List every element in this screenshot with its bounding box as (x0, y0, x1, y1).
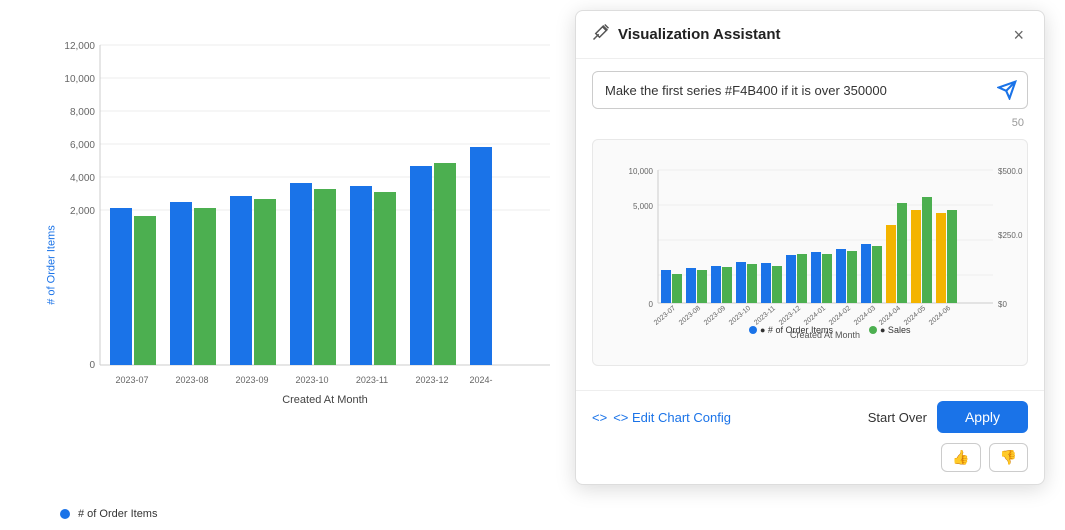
svg-text:2023-11: 2023-11 (356, 375, 388, 385)
chart-legend: # of Order Items (60, 508, 157, 520)
svg-text:0: 0 (649, 300, 654, 309)
svg-text:2023-10: 2023-10 (728, 305, 752, 327)
svg-text:● Sales: ● Sales (880, 325, 911, 335)
svg-text:2024-03: 2024-03 (853, 305, 877, 327)
svg-text:2023-12: 2023-12 (415, 375, 448, 385)
panel-header-left: Visualization Assistant (592, 23, 781, 46)
svg-text:10,000: 10,000 (629, 167, 654, 176)
bar (290, 183, 312, 365)
bar (374, 192, 396, 365)
preview-svg: # of Order Items Sales 10,000 5,000 (603, 150, 1023, 350)
wand-icon (592, 23, 610, 46)
panel-body: 50 # of Order Items Sales (576, 59, 1044, 390)
start-over-button[interactable]: Start Over (868, 410, 927, 425)
thumbup-icon: 👍 (952, 449, 969, 465)
thumbdown-icon: 👎 (1000, 449, 1017, 465)
bar (434, 163, 456, 365)
panel-header: Visualization Assistant × (576, 11, 1044, 59)
svg-text:6,000: 6,000 (70, 140, 95, 151)
svg-text:2,000: 2,000 (70, 206, 95, 217)
main-container: # of Order Items 12,000 10,000 8,000 6,0… (0, 0, 1065, 530)
svg-text:$250.0 K: $250.0 K (998, 231, 1023, 240)
svg-text:2023-09: 2023-09 (235, 375, 268, 385)
panel-footer: <> <> Edit Chart Config Start Over Apply… (576, 390, 1044, 484)
svg-text:Created At Month: Created At Month (282, 394, 368, 406)
thumbdown-button[interactable]: 👎 (989, 443, 1028, 472)
edit-chart-config-button[interactable]: <> <> Edit Chart Config (592, 410, 731, 425)
bar (254, 199, 276, 365)
svg-text:2024-05: 2024-05 (903, 305, 927, 327)
bar (134, 216, 156, 365)
edit-config-label: <> Edit Chart Config (613, 410, 731, 425)
footer-actions: <> <> Edit Chart Config Start Over Apply (592, 401, 1028, 433)
legend-label-orders: # of Order Items (78, 508, 157, 520)
svg-text:$500.0 K: $500.0 K (998, 167, 1023, 176)
svg-text:12,000: 12,000 (64, 41, 95, 52)
svg-text:2023-09: 2023-09 (703, 305, 727, 327)
bar (314, 189, 336, 365)
svg-text:2023-11: 2023-11 (753, 305, 777, 327)
svg-text:2023-08: 2023-08 (175, 375, 208, 385)
apply-button[interactable]: Apply (937, 401, 1028, 433)
svg-text:2023-10: 2023-10 (295, 375, 328, 385)
svg-text:4,000: 4,000 (70, 173, 95, 184)
feedback-row: 👍 👎 (592, 443, 1028, 472)
svg-text:2023-12: 2023-12 (778, 305, 802, 327)
bar (410, 166, 432, 365)
y-axis-label: # of Order Items (46, 225, 58, 304)
panel-title: Visualization Assistant (618, 26, 781, 43)
visualization-assistant-panel: Visualization Assistant × 50 (575, 10, 1045, 485)
svg-text:0: 0 (89, 360, 95, 371)
svg-text:2024-06: 2024-06 (928, 305, 952, 327)
svg-text:$0: $0 (998, 300, 1007, 309)
send-button[interactable] (987, 72, 1027, 108)
bar (194, 208, 216, 365)
bar (230, 196, 252, 365)
preview-chart: # of Order Items Sales 10,000 5,000 (592, 139, 1028, 366)
svg-text:● # of Order Items: ● # of Order Items (760, 325, 833, 335)
bar (110, 208, 132, 365)
bar (350, 186, 372, 365)
legend-dot-orders (60, 509, 70, 519)
code-icon: <> (592, 410, 607, 425)
bar (470, 147, 492, 365)
svg-text:2024-02: 2024-02 (828, 305, 852, 327)
footer-right: Start Over Apply (868, 401, 1028, 433)
svg-text:8,000: 8,000 (70, 107, 95, 118)
svg-text:2023-07: 2023-07 (115, 375, 148, 385)
bar (170, 202, 192, 365)
prompt-input[interactable] (593, 73, 987, 108)
thumbup-button[interactable]: 👍 (941, 443, 980, 472)
close-button[interactable]: × (1009, 24, 1028, 46)
svg-text:2024-04: 2024-04 (878, 305, 902, 327)
svg-text:2024-01: 2024-01 (803, 305, 827, 327)
svg-text:2023-07: 2023-07 (653, 305, 677, 327)
svg-text:2024-: 2024- (469, 375, 492, 385)
main-chart-svg: 12,000 10,000 8,000 6,000 4,000 2,000 0 … (60, 20, 550, 450)
token-count: 50 (592, 117, 1028, 129)
svg-text:5,000: 5,000 (633, 202, 654, 211)
input-row (592, 71, 1028, 109)
svg-text:10,000: 10,000 (64, 74, 95, 85)
main-chart-area: # of Order Items 12,000 10,000 8,000 6,0… (0, 0, 560, 530)
svg-text:2023-08: 2023-08 (678, 305, 702, 327)
